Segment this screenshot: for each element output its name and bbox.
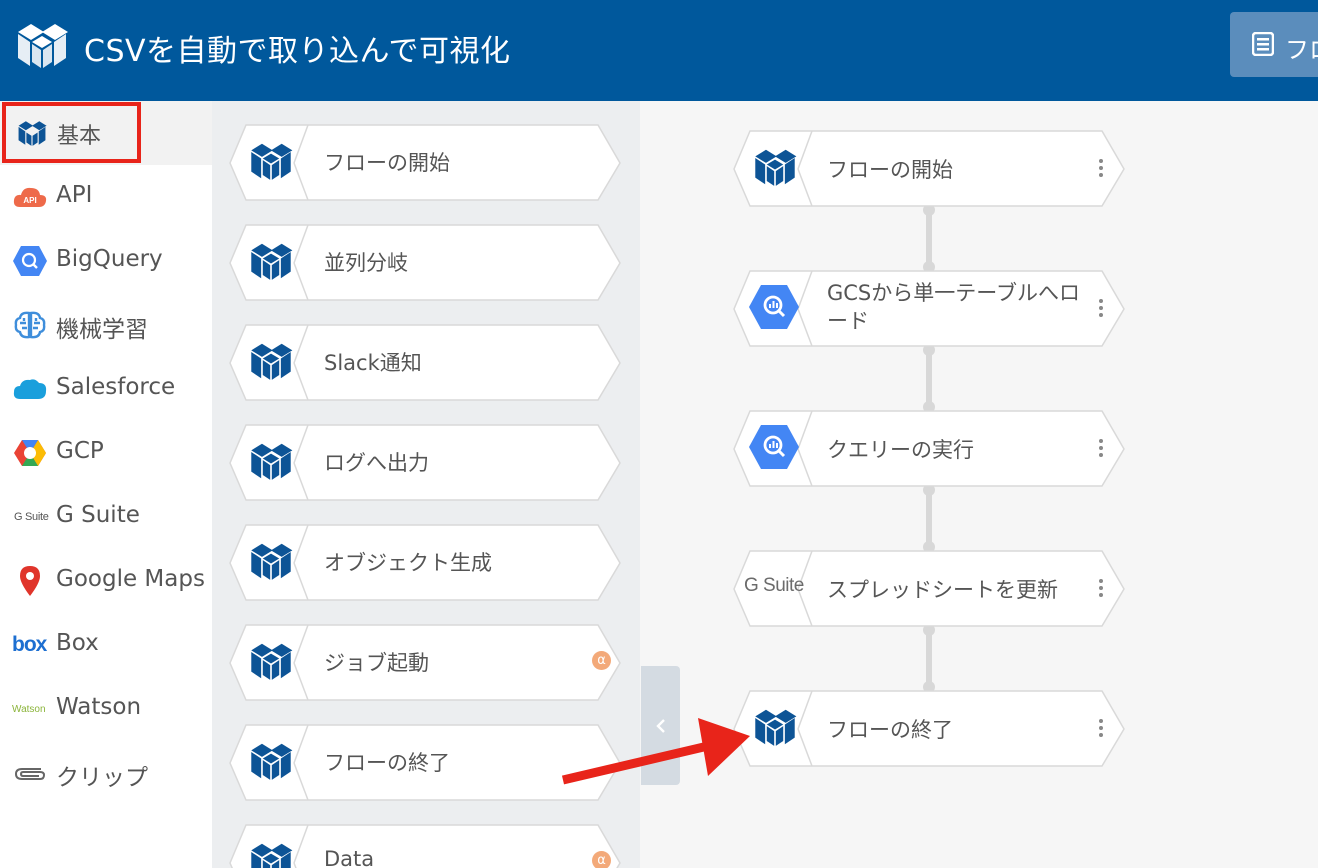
category-basic[interactable]: 基本 — [0, 101, 212, 165]
more-vertical-icon[interactable] — [1096, 437, 1106, 459]
flow-node-label: スプレッドシートを更新 — [827, 578, 1058, 602]
palette-node-label: 並列分岐 — [324, 251, 408, 275]
watson-logo-icon: Watson — [12, 703, 46, 715]
magic-cube-icon — [248, 240, 294, 284]
map-pin-icon — [12, 566, 48, 596]
more-vertical-icon[interactable] — [1096, 157, 1106, 179]
palette-node[interactable]: ジョブ起動 α — [228, 623, 628, 701]
gsuite-icon: G Suite — [744, 575, 804, 596]
alpha-badge: α — [592, 851, 611, 868]
app-header: CSVを自動で取り込んで可視化 フロ — [0, 0, 1318, 101]
category-google-maps[interactable]: Google Maps — [0, 549, 212, 613]
document-list-icon — [1252, 32, 1274, 56]
category-label: Box — [56, 630, 99, 656]
more-vertical-icon[interactable] — [1096, 297, 1106, 319]
palette-node[interactable]: フローの開始 — [228, 123, 628, 201]
flow-menu-button[interactable]: フロ — [1230, 12, 1318, 77]
category-label: 基本 — [57, 124, 102, 149]
palette-node[interactable]: オブジェクト生成 — [228, 523, 628, 601]
flow-node-label: フローの終了 — [827, 718, 953, 742]
bigquery-icon — [748, 284, 800, 330]
paperclip-icon — [12, 759, 48, 787]
magic-cube-icon — [248, 540, 294, 584]
flow-node-label: クエリーの実行 — [827, 438, 974, 462]
palette-node[interactable]: フローの終了 — [228, 723, 628, 801]
flow-node-label: フローの開始 — [827, 158, 953, 182]
svg-text:API: API — [23, 196, 36, 205]
category-label: G Suite — [56, 502, 140, 528]
palette-node-label: ログへ出力 — [324, 451, 429, 475]
flow-connector — [926, 628, 932, 688]
magic-cube-icon — [248, 440, 294, 484]
node-palette: フローの開始 並列分岐 Slack通知 ログへ出力オブジェクト生成 ジョブ起動 α フローの… — [212, 101, 640, 868]
category-label: GCP — [56, 438, 104, 464]
category-label: クリップ — [56, 765, 148, 791]
palette-node-label: オブジェクト生成 — [324, 551, 492, 575]
more-vertical-icon[interactable] — [1096, 577, 1106, 599]
flow-node[interactable]: クエリーの実行 — [732, 409, 1128, 487]
flow-menu-label: フロ — [1285, 36, 1318, 64]
flow-node-label: GCSから単一テーブルへロード — [827, 281, 1081, 333]
category-sidebar: 基本 API API BigQuery 機械学習 Salesforce GCP … — [0, 101, 212, 868]
flow-canvas: フローの開始 GCSから単一テーブルへロードクエリーの実行 G Suite スプレッド… — [640, 101, 1318, 868]
flow-node[interactable]: G Suite スプレッドシートを更新 — [732, 549, 1128, 627]
api-cloud-icon: API — [12, 183, 48, 211]
flow-connector — [926, 208, 932, 268]
magic-cube-icon — [248, 640, 294, 684]
category-label: 機械学習 — [56, 317, 148, 343]
category-gsuite[interactable]: G Suite G Suite — [0, 485, 212, 549]
palette-node-label: フローの開始 — [324, 151, 450, 175]
alpha-badge: α — [592, 651, 611, 670]
brain-icon — [12, 311, 48, 339]
category-machine-learning[interactable]: 機械学習 — [0, 293, 212, 357]
category-box[interactable]: box Box — [0, 613, 212, 677]
box-logo-icon: box — [12, 633, 47, 656]
category-label: API — [56, 182, 93, 208]
category-watson[interactable]: Watson Watson — [0, 677, 212, 741]
magic-cube-icon — [248, 140, 294, 184]
category-label: Watson — [56, 694, 142, 720]
magic-cube-icon — [248, 740, 294, 784]
bigquery-icon — [12, 246, 48, 276]
palette-node-label: Data — [324, 847, 375, 868]
palette-node[interactable]: 並列分岐 — [228, 223, 628, 301]
magic-cube-icon — [752, 706, 798, 750]
gsuite-icon: G Suite — [14, 511, 49, 523]
gcp-icon — [12, 439, 48, 467]
flow-connector — [926, 348, 932, 408]
palette-node-label: フローの終了 — [324, 751, 450, 775]
category-gcp[interactable]: GCP — [0, 421, 212, 485]
more-vertical-icon[interactable] — [1096, 717, 1106, 739]
magic-cube-logo-icon — [18, 24, 68, 68]
flow-node[interactable]: フローの終了 — [732, 689, 1128, 767]
category-api[interactable]: API API — [0, 165, 212, 229]
palette-node-label: ジョブ起動 — [324, 651, 429, 675]
magic-cube-icon — [248, 840, 294, 868]
category-salesforce[interactable]: Salesforce — [0, 357, 212, 421]
magic-cube-icon — [248, 340, 294, 384]
salesforce-cloud-icon — [12, 375, 48, 403]
category-label: BigQuery — [56, 246, 163, 272]
page-title: CSVを自動で取り込んで可視化 — [84, 34, 511, 69]
palette-node[interactable]: Data α — [228, 823, 628, 868]
flow-node[interactable]: GCSから単一テーブルへロード — [732, 269, 1128, 347]
palette-node[interactable]: ログへ出力 — [228, 423, 628, 501]
flow-connector — [926, 488, 932, 548]
magic-cube-icon — [752, 146, 798, 190]
palette-node-label: Slack通知 — [324, 351, 422, 375]
category-bigquery[interactable]: BigQuery — [0, 229, 212, 293]
bigquery-icon — [748, 424, 800, 470]
category-label: Salesforce — [56, 374, 176, 400]
palette-node[interactable]: Slack通知 — [228, 323, 628, 401]
magic-cube-icon — [14, 119, 50, 147]
category-label: Google Maps — [56, 566, 205, 592]
category-clip[interactable]: クリップ — [0, 741, 212, 805]
flow-node[interactable]: フローの開始 — [732, 129, 1128, 207]
